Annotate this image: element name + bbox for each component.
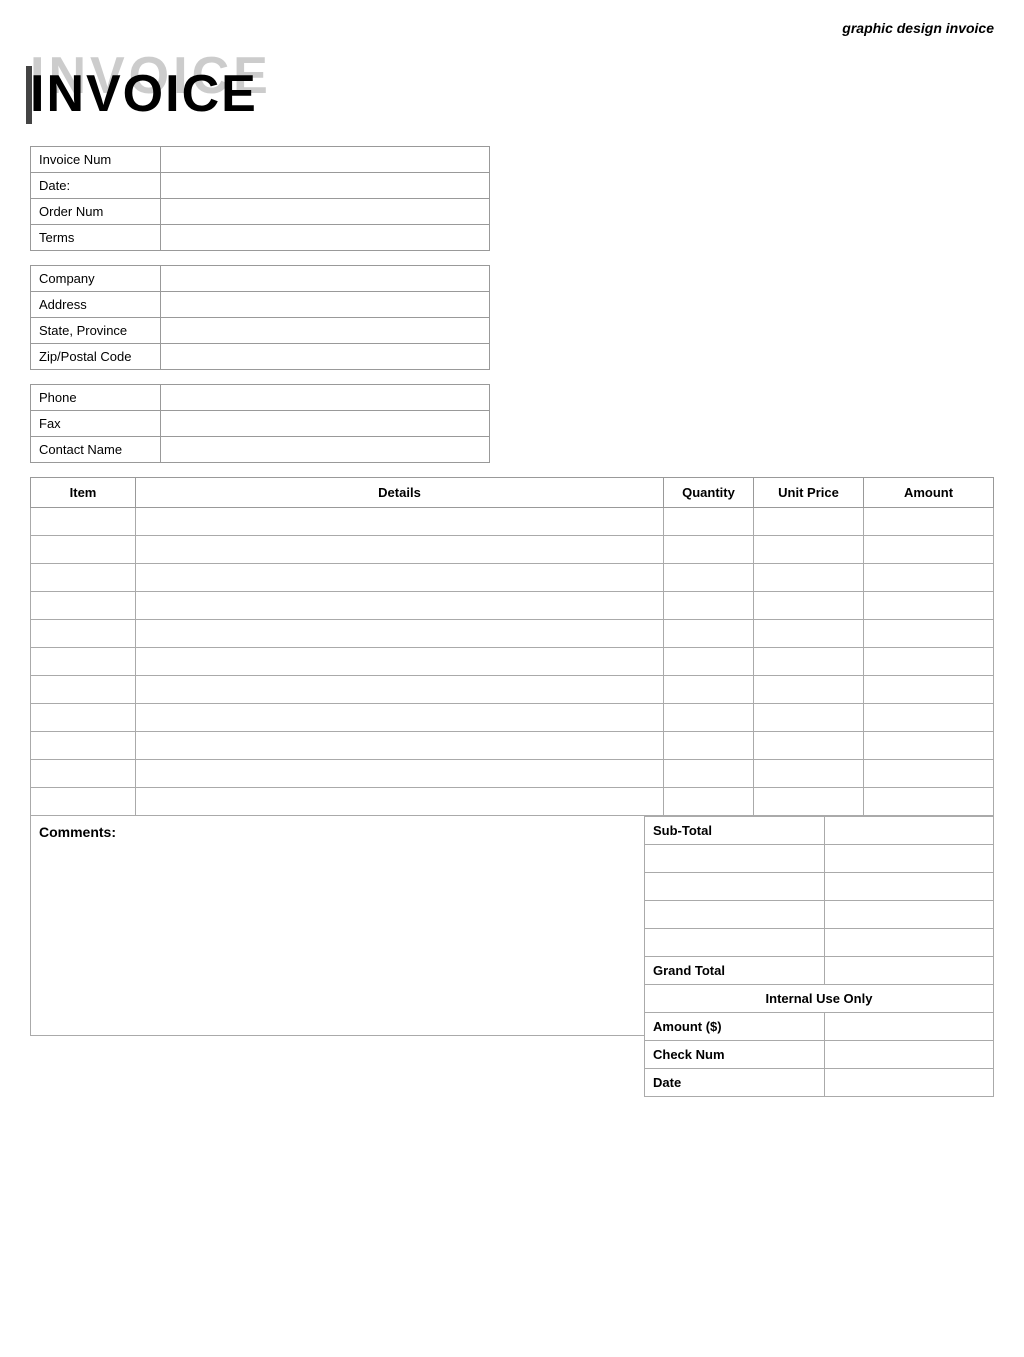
item-header: Item — [31, 478, 136, 508]
contact-info-table: Phone Fax Contact Name — [30, 384, 490, 463]
grand-total-value[interactable] — [824, 957, 993, 985]
fax-value[interactable] — [161, 411, 490, 437]
table-row — [31, 536, 994, 564]
subtotal-row: Sub-Total — [645, 817, 994, 845]
amount-dollar-row: Amount ($) — [645, 1013, 994, 1041]
title-left-bar — [26, 66, 32, 124]
table-row — [31, 704, 994, 732]
phone-value[interactable] — [161, 385, 490, 411]
amount-dollar-label: Amount ($) — [645, 1013, 825, 1041]
contact-name-label: Contact Name — [31, 437, 161, 463]
details-header: Details — [136, 478, 664, 508]
date-row: Date: — [31, 173, 490, 199]
totals-table: Sub-Total — [644, 816, 994, 1097]
amount-dollar-value[interactable] — [824, 1013, 993, 1041]
date-label: Date: — [31, 173, 161, 199]
table-row — [31, 620, 994, 648]
order-num-value[interactable] — [161, 199, 490, 225]
invoice-info-table: Invoice Num Date: Order Num Terms — [30, 146, 490, 251]
amount-header: Amount — [864, 478, 994, 508]
zip-row: Zip/Postal Code — [31, 344, 490, 370]
address-label: Address — [31, 292, 161, 318]
totals-section: Sub-Total — [644, 816, 994, 1097]
terms-value[interactable] — [161, 225, 490, 251]
company-row: Company — [31, 266, 490, 292]
bottom-section: Comments: Sub-Total — [30, 816, 994, 1097]
grand-total-row: Grand Total — [645, 957, 994, 985]
zip-label: Zip/Postal Code — [31, 344, 161, 370]
table-row — [31, 760, 994, 788]
invoice-num-value[interactable] — [161, 147, 490, 173]
internal-use-header: Internal Use Only — [645, 985, 994, 1013]
fax-row: Fax — [31, 411, 490, 437]
unit-price-header: Unit Price — [754, 478, 864, 508]
internal-date-value[interactable] — [824, 1069, 993, 1097]
items-table: Item Details Quantity Unit Price Amount — [30, 477, 994, 816]
company-info-table: Company Address State, Province Zip/Post… — [30, 265, 490, 370]
internal-date-row: Date — [645, 1069, 994, 1097]
table-row — [31, 508, 994, 536]
company-label: Company — [31, 266, 161, 292]
check-num-value[interactable] — [824, 1041, 993, 1069]
state-province-label: State, Province — [31, 318, 161, 344]
extra-row-2 — [645, 873, 994, 901]
header-title: graphic design invoice — [842, 20, 994, 36]
order-num-row: Order Num — [31, 199, 490, 225]
check-num-label: Check Num — [645, 1041, 825, 1069]
invoice-title-main: INVOICE — [30, 64, 258, 124]
company-value[interactable] — [161, 266, 490, 292]
date-value[interactable] — [161, 173, 490, 199]
contact-name-value[interactable] — [161, 437, 490, 463]
table-row — [31, 788, 994, 816]
comments-label: Comments: — [39, 824, 116, 840]
invoice-num-row: Invoice Num — [31, 147, 490, 173]
state-province-value[interactable] — [161, 318, 490, 344]
table-row — [31, 732, 994, 760]
subtotal-label: Sub-Total — [645, 817, 825, 845]
subtotal-value[interactable] — [824, 817, 993, 845]
fax-label: Fax — [31, 411, 161, 437]
order-num-label: Order Num — [31, 199, 161, 225]
internal-date-label: Date — [645, 1069, 825, 1097]
extra-row-3 — [645, 901, 994, 929]
grand-total-label: Grand Total — [645, 957, 825, 985]
zip-value[interactable] — [161, 344, 490, 370]
comments-section: Comments: — [30, 816, 644, 1036]
items-table-header: Item Details Quantity Unit Price Amount — [31, 478, 994, 508]
invoice-num-label: Invoice Num — [31, 147, 161, 173]
contact-name-row: Contact Name — [31, 437, 490, 463]
invoice-title-container: INVOICE INVOICE — [30, 46, 994, 126]
table-row — [31, 648, 994, 676]
terms-row: Terms — [31, 225, 490, 251]
address-value[interactable] — [161, 292, 490, 318]
page-header: graphic design invoice — [30, 20, 994, 36]
extra-row-1 — [645, 845, 994, 873]
internal-use-label: Internal Use Only — [645, 985, 994, 1013]
table-row — [31, 592, 994, 620]
phone-row: Phone — [31, 385, 490, 411]
address-row: Address — [31, 292, 490, 318]
terms-label: Terms — [31, 225, 161, 251]
phone-label: Phone — [31, 385, 161, 411]
table-row — [31, 564, 994, 592]
table-row — [31, 676, 994, 704]
extra-row-4 — [645, 929, 994, 957]
state-province-row: State, Province — [31, 318, 490, 344]
check-num-row: Check Num — [645, 1041, 994, 1069]
quantity-header: Quantity — [664, 478, 754, 508]
